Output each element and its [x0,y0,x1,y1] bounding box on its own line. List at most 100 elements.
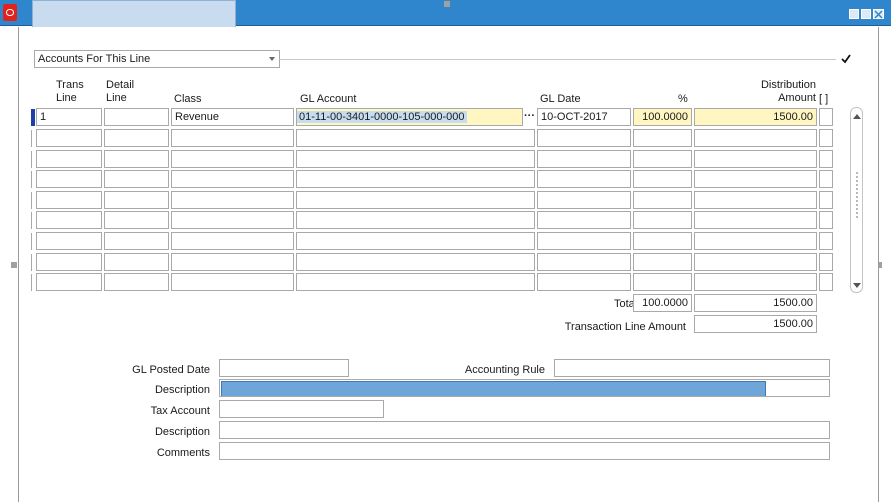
cell-detail-line[interactable] [104,149,169,168]
cell-gl-account[interactable] [296,190,535,209]
cell-distribution-amount[interactable] [694,170,817,189]
maximize-icon[interactable] [861,9,871,19]
cell-detail-line[interactable] [104,273,169,292]
record-indicator [31,171,34,189]
header-percent: % [678,93,688,105]
description-field[interactable] [219,379,830,397]
header-distribution-amount: Distribution Amount [760,79,816,104]
cell-flex[interactable] [819,252,833,271]
cell-gl-account[interactable] [296,273,535,292]
cell-gl-account[interactable] [296,129,535,147]
cell-class[interactable] [171,149,294,168]
cell-detail-line[interactable] [104,190,169,209]
scroll-thumb[interactable] [856,172,858,218]
cell-gl-date[interactable] [537,273,631,292]
accounting-rule-field[interactable] [554,359,830,377]
cell-flex[interactable] [819,129,833,147]
cell-gl-date[interactable] [537,252,631,271]
accounting-rule-label: Accounting Rule [464,364,545,376]
cell-distribution-amount[interactable] [694,273,817,292]
cell-gl-date[interactable] [537,129,631,147]
cell-gl-date[interactable] [537,211,631,230]
cell-trans-line[interactable] [36,273,102,292]
close-icon[interactable] [873,9,884,19]
cell-percent[interactable] [633,190,692,209]
cell-percent[interactable] [633,232,692,250]
description-progress-fill [221,381,766,396]
cell-class[interactable] [171,273,294,292]
cell-detail-line[interactable] [104,232,169,250]
cell-class[interactable] [171,129,294,147]
cell-percent[interactable] [633,273,692,292]
gl-account-value: 01-11-00-3401-0000-105-000-000 [297,111,467,123]
cell-flex[interactable] [819,211,833,230]
cell-gl-account[interactable] [296,211,535,230]
cell-distribution-amount[interactable] [694,252,817,271]
description2-field[interactable] [219,421,830,439]
cell-flex[interactable] [819,170,833,189]
cell-flex[interactable] [819,232,833,250]
cell-detail-line[interactable] [104,211,169,230]
cell-gl-date[interactable] [537,190,631,209]
cell-gl-date[interactable] [537,149,631,168]
cell-percent[interactable] [633,211,692,230]
cell-flex[interactable] [819,273,833,292]
cell-trans-line[interactable] [36,232,102,250]
cell-class[interactable]: Revenue [171,108,294,126]
cell-flex[interactable] [819,108,833,126]
cell-distribution-amount[interactable]: 1500.00 [694,108,817,126]
resize-handle-left[interactable] [11,262,17,268]
scroll-up-icon[interactable] [853,110,861,119]
cell-gl-account[interactable] [296,170,535,189]
cell-trans-line[interactable] [36,211,102,230]
gl-posted-date-field[interactable] [219,359,349,377]
resize-handle-top[interactable] [444,1,450,7]
cell-class[interactable] [171,170,294,189]
cell-trans-line[interactable]: 1 [36,108,102,126]
cell-gl-date[interactable] [537,232,631,250]
accounts-dropdown[interactable]: Accounts For This Line [34,50,280,68]
cell-trans-line[interactable] [36,129,102,147]
cell-gl-date[interactable]: 10-OCT-2017 [537,108,631,126]
scroll-down-icon[interactable] [853,280,861,288]
cell-percent[interactable] [633,170,692,189]
checkbox-icon[interactable] [841,54,851,64]
cell-detail-line[interactable] [104,129,169,147]
cell-trans-line[interactable] [36,252,102,271]
cell-trans-line[interactable] [36,190,102,209]
cell-distribution-amount[interactable] [694,129,817,147]
comments-label: Comments [156,447,210,459]
minimize-icon[interactable] [849,9,859,19]
cell-gl-account[interactable]: 01-11-00-3401-0000-105-000-000 [296,108,523,126]
cell-gl-account[interactable] [296,252,535,271]
cell-class[interactable] [171,232,294,250]
comments-field[interactable] [219,442,830,460]
window-title-tab[interactable] [32,0,236,27]
cell-distribution-amount[interactable] [694,232,817,250]
cell-percent[interactable]: 100.0000 [633,108,692,126]
cell-gl-date[interactable] [537,170,631,189]
cell-detail-line[interactable] [104,108,169,126]
cell-distribution-amount[interactable] [694,149,817,168]
cell-gl-account[interactable] [296,232,535,250]
cell-flex[interactable] [819,190,833,209]
cell-class[interactable] [171,252,294,271]
cell-percent[interactable] [633,149,692,168]
header-trans-line: Trans Line [56,79,84,104]
list-of-values-icon[interactable]: ··· [523,108,536,126]
cell-percent[interactable] [633,252,692,271]
cell-class[interactable] [171,190,294,209]
cell-distribution-amount[interactable] [694,211,817,230]
cell-percent[interactable] [633,129,692,147]
tax-account-field[interactable] [219,400,384,418]
cell-gl-account[interactable] [296,149,535,168]
header-class: Class [174,93,202,105]
cell-trans-line[interactable] [36,149,102,168]
cell-flex[interactable] [819,149,833,168]
cell-distribution-amount[interactable] [694,190,817,209]
cell-trans-line[interactable] [36,170,102,189]
cell-detail-line[interactable] [104,170,169,189]
record-indicator [31,130,34,147]
cell-detail-line[interactable] [104,252,169,271]
cell-class[interactable] [171,211,294,230]
